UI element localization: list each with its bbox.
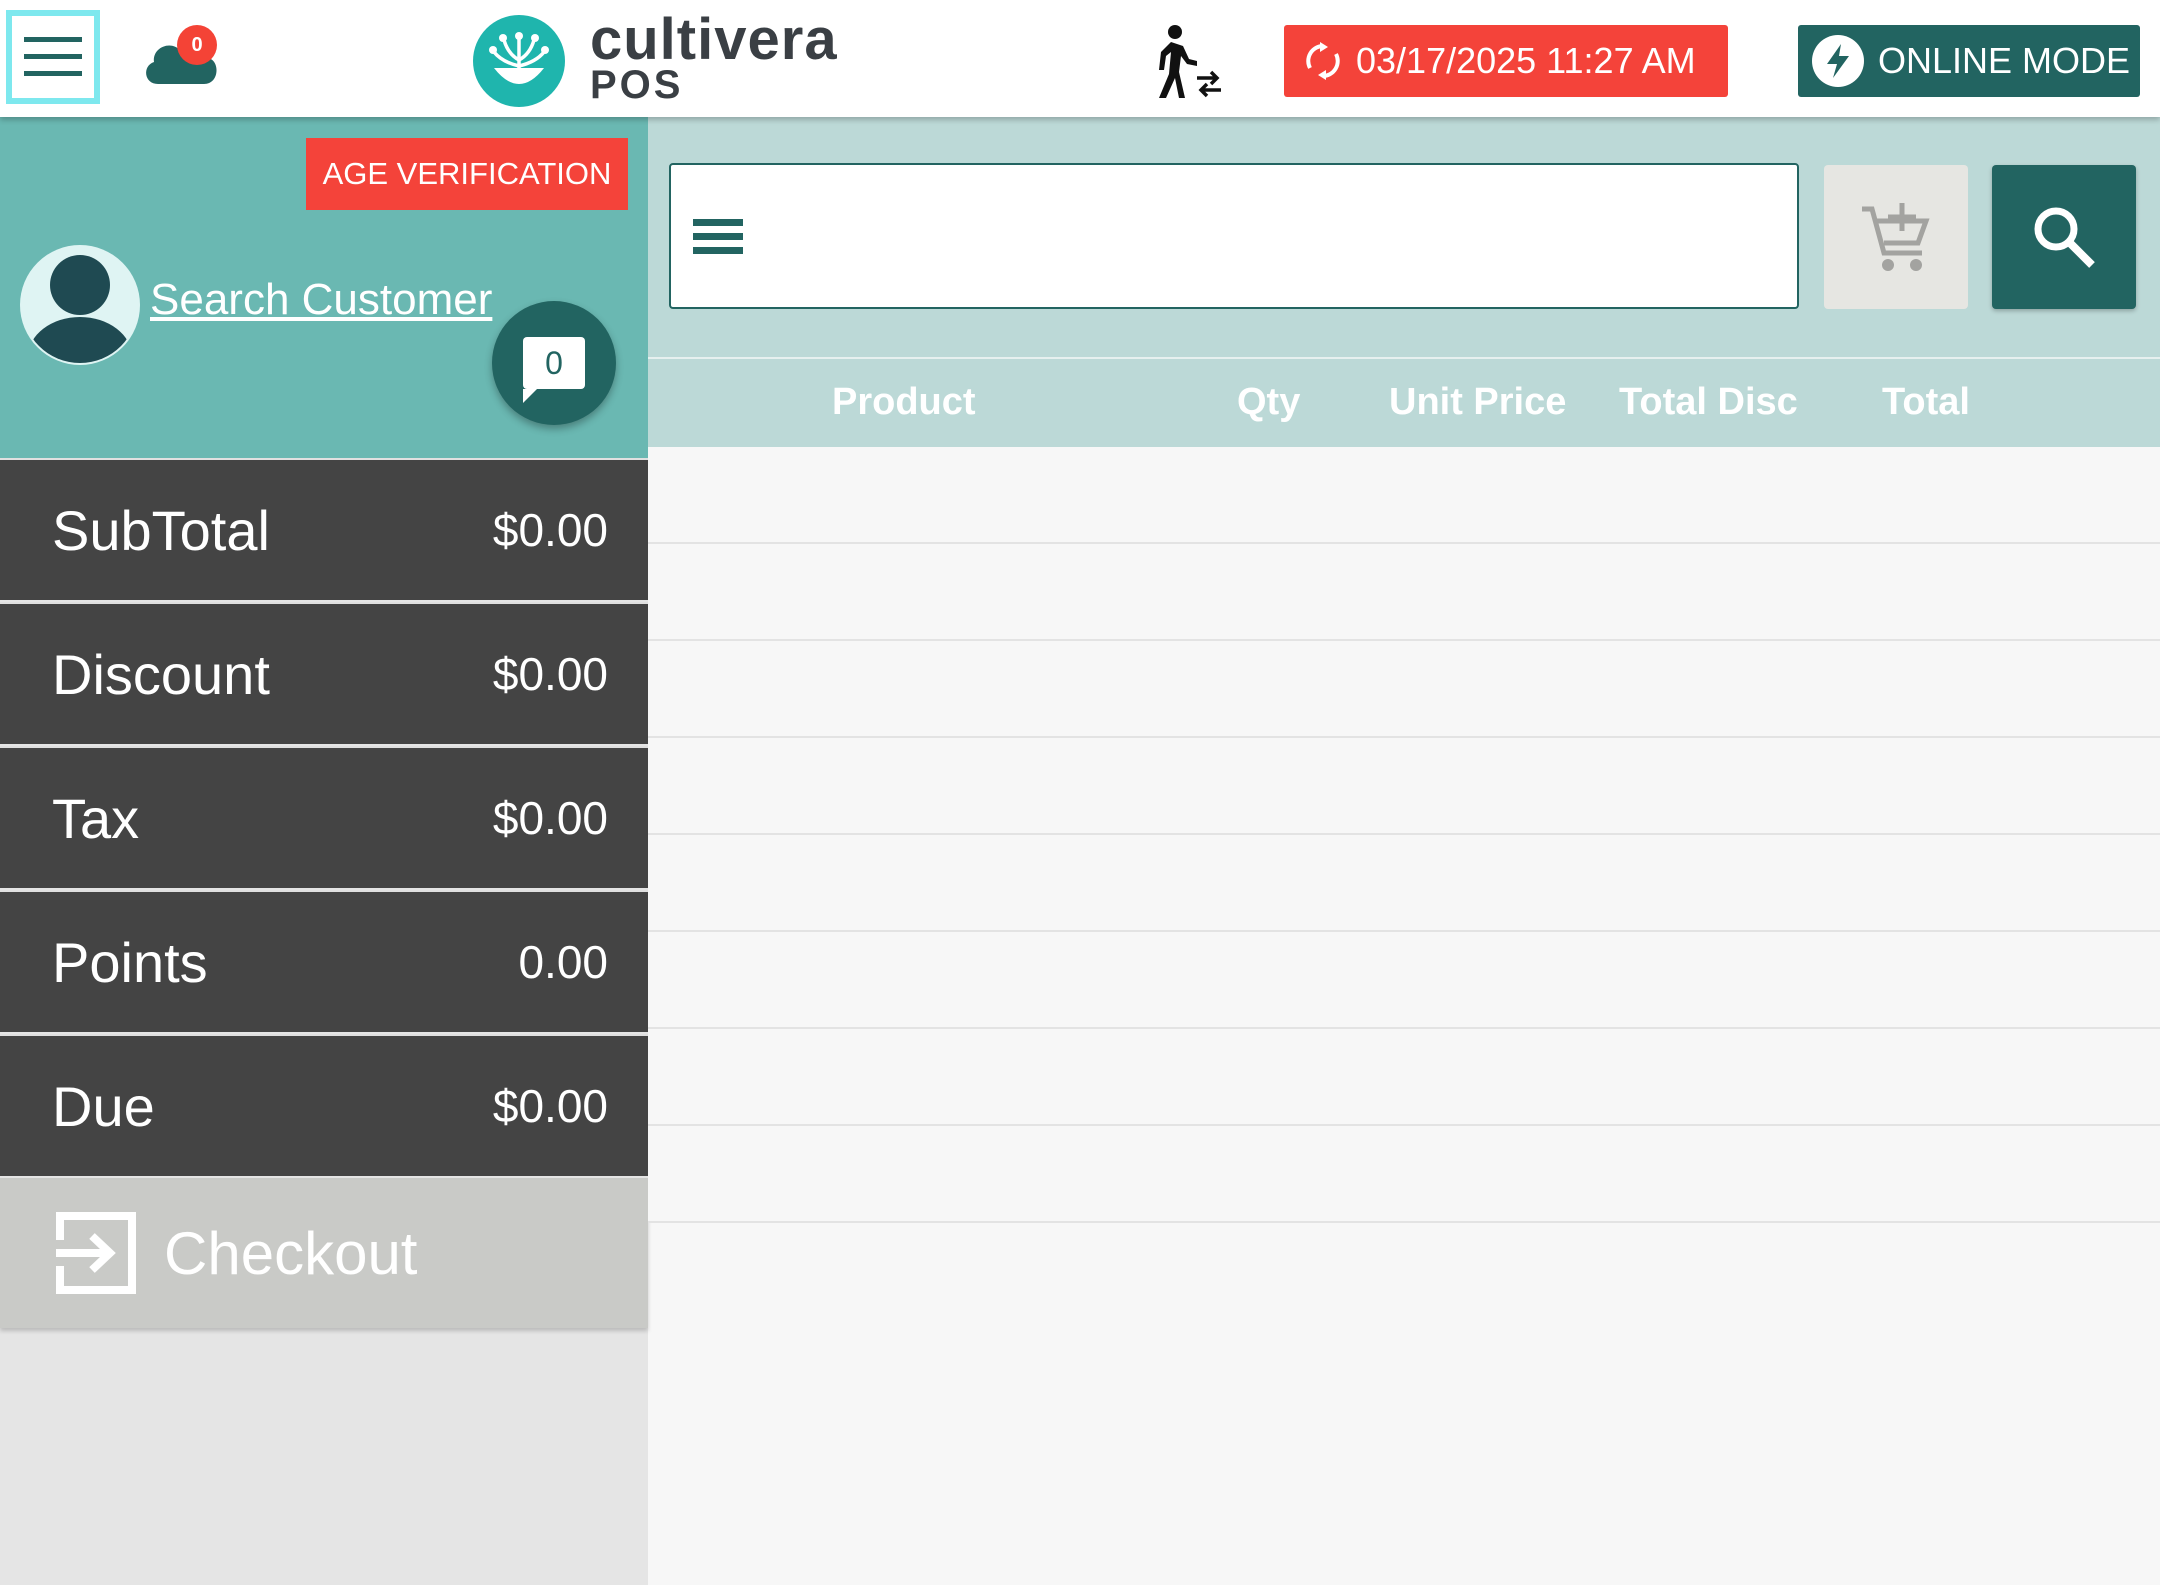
checkout-button[interactable]: Checkout: [0, 1178, 648, 1328]
column-total-disc[interactable]: Total Disc: [1619, 381, 1798, 424]
product-search-input[interactable]: [771, 185, 1775, 291]
top-bar: 0 cultivera POS 03/17/2025 11:27 AM ONLI…: [0, 0, 2160, 117]
column-product[interactable]: Product: [832, 381, 976, 424]
table-row: [648, 544, 2160, 641]
search-customer-link[interactable]: Search Customer: [150, 275, 492, 325]
cloud-badge: 0: [177, 25, 217, 65]
points-value: 0.00: [518, 936, 608, 988]
table-row: [648, 447, 2160, 544]
cultivera-logo-icon: [473, 15, 565, 107]
column-total[interactable]: Total: [1882, 381, 1970, 424]
table-row: [648, 1029, 2160, 1126]
customer-panel: AGE VERIFICATION Search Customer 0: [0, 117, 648, 458]
main-menu-button[interactable]: [6, 10, 100, 104]
age-verification-button[interactable]: AGE VERIFICATION: [306, 138, 628, 210]
subtotal-label: SubTotal: [52, 498, 270, 562]
table-row: [648, 1126, 2160, 1223]
discount-label: Discount: [52, 642, 270, 706]
online-mode-label: ONLINE MODE: [1878, 40, 2131, 81]
add-to-cart-icon: [1862, 203, 1930, 271]
search-icon: [2034, 207, 2095, 268]
subtotal-row: SubTotal $0.00: [0, 458, 648, 600]
table-row: [648, 641, 2160, 738]
points-label: Points: [52, 930, 208, 994]
checkout-label: Checkout: [164, 1219, 418, 1287]
datetime-label: 03/17/2025 11:27 AM: [1356, 40, 1696, 81]
table-row: [648, 932, 2160, 1029]
table-row: [648, 835, 2160, 932]
customer-notes-button[interactable]: 0: [492, 301, 616, 425]
tax-value: $0.00: [492, 792, 608, 844]
cart-header-panel: Product Qty Unit Price Total Disc Total: [648, 117, 2160, 447]
tax-row: Tax $0.00: [0, 746, 648, 888]
exit-to-app-icon: [56, 1212, 136, 1294]
tax-label: Tax: [52, 786, 140, 850]
walking-person-swap-icon[interactable]: [1145, 22, 1225, 102]
column-unit-price[interactable]: Unit Price: [1389, 381, 1566, 424]
chat-bubble-icon: 0: [523, 337, 585, 403]
due-row: Due $0.00: [0, 1034, 648, 1176]
sync-icon: [1306, 42, 1340, 80]
product-search-field[interactable]: [669, 163, 1799, 309]
points-row: Points 0.00: [0, 890, 648, 1032]
lightning-bolt-icon: [1812, 35, 1864, 87]
list-lines-icon[interactable]: [693, 219, 743, 255]
user-avatar-icon[interactable]: [20, 245, 140, 365]
due-value: $0.00: [492, 1080, 608, 1132]
online-mode-button[interactable]: ONLINE MODE: [1798, 25, 2140, 97]
column-qty[interactable]: Qty: [1237, 381, 1300, 424]
discount-value: $0.00: [492, 648, 608, 700]
due-label: Due: [52, 1074, 155, 1138]
discount-row: Discount $0.00: [0, 602, 648, 744]
notes-count: 0: [545, 344, 563, 381]
datetime-sync-button[interactable]: 03/17/2025 11:27 AM: [1284, 25, 1728, 97]
left-panel: AGE VERIFICATION Search Customer 0 SubTo…: [0, 117, 648, 1585]
search-button[interactable]: [1992, 165, 2136, 309]
cart-table-body: [648, 447, 2160, 1223]
logo-subtitle: POS: [590, 63, 684, 107]
table-row: [648, 738, 2160, 835]
subtotal-value: $0.00: [492, 504, 608, 556]
add-to-cart-button[interactable]: [1824, 165, 1968, 309]
cart-table-header: Product Qty Unit Price Total Disc Total: [648, 359, 2160, 447]
hamburger-menu-icon: [24, 37, 82, 76]
